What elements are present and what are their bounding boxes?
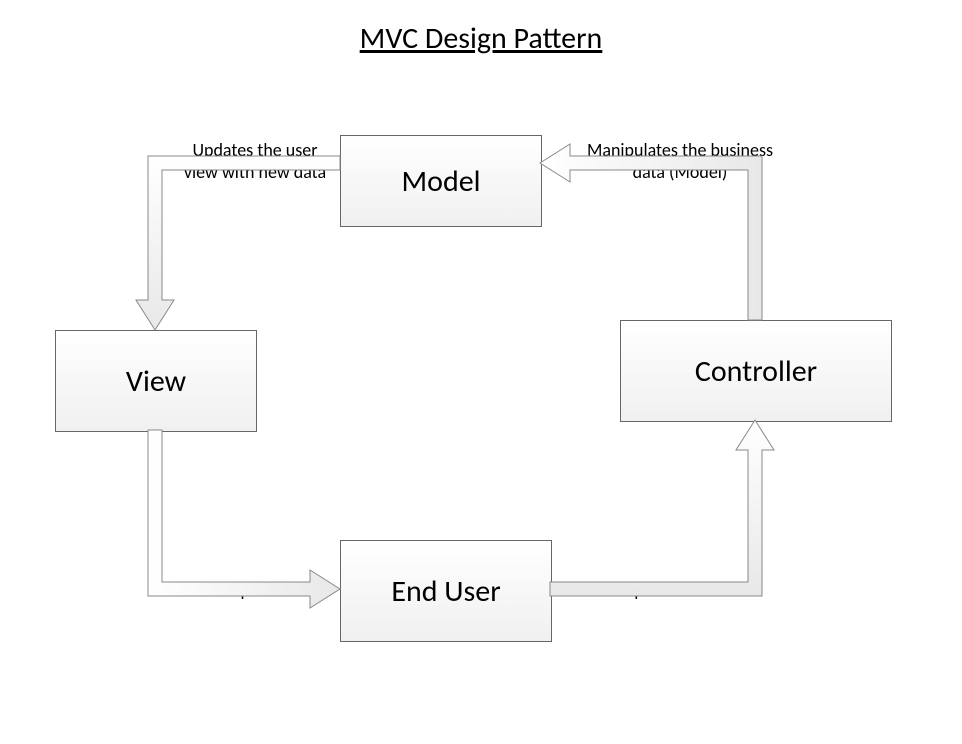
box-model: Model (340, 135, 542, 227)
box-enduser-label: End User (391, 573, 500, 610)
diagram-title: MVC Design Pattern (0, 20, 962, 57)
box-controller-label: Controller (695, 353, 817, 390)
label-manipulates: Manipulates the business data (Model) (580, 140, 780, 183)
box-controller: Controller (620, 320, 892, 422)
label-updates: Updates the user view with new data (175, 140, 335, 183)
box-view: View (55, 330, 257, 432)
box-model-label: Model (401, 163, 480, 200)
box-enduser: End User (340, 540, 552, 642)
label-response: Response (190, 580, 310, 602)
label-request: Request (580, 580, 700, 602)
box-view-label: View (126, 363, 186, 400)
arrow-enduser-to-controller (550, 420, 774, 596)
